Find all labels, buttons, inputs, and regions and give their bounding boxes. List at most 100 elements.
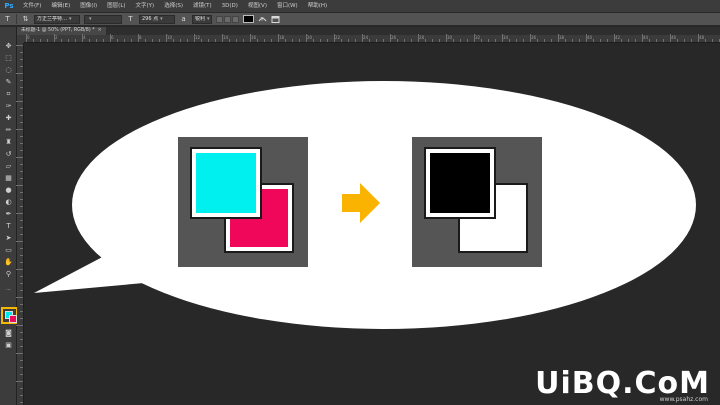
watermark-logo: UiBQ.CoM [535,366,710,401]
ruler-tick [20,192,23,193]
more-tools-icon[interactable]: ··· [3,285,14,295]
move-tool-icon[interactable]: ✥ [3,41,14,51]
ruler-tick [47,39,48,42]
ruler-tick [40,39,41,42]
ruler-tick [20,304,23,305]
ruler-tick [656,39,657,42]
quick-select-tool-icon[interactable]: ✎ [3,77,14,87]
horizontal-ruler[interactable]: 0 2 4 6 8 10 12 14 16 18 20 22 24 26 28 30 32 34 36 38 40 42 4… [24,34,720,43]
quick-mask-icon[interactable]: ◙ [3,328,14,338]
menu-select[interactable]: 选择(S) [159,0,188,12]
text-color-swatch[interactable] [243,15,254,23]
document-canvas[interactable]: UiBQ.CoM www.psahz.com [24,43,720,405]
ruler-tick [614,34,615,42]
ruler-tick [20,276,23,277]
type-tool-icon[interactable]: T [3,221,14,231]
menu-file[interactable]: 文件(F) [18,0,46,12]
ruler-tick [20,367,23,368]
ruler-tick [20,122,23,123]
menu-type[interactable]: 文字(Y) [131,0,160,12]
menu-image[interactable]: 图像(I) [75,0,102,12]
clone-stamp-tool-icon[interactable]: ♜ [3,137,14,147]
color-swatches-highlight[interactable] [1,307,18,324]
menu-view[interactable]: 视图(V) [243,0,272,12]
history-brush-tool-icon[interactable]: ↺ [3,149,14,159]
crop-tool-icon[interactable]: ⌗ [3,89,14,99]
photoshop-logo: Ps [4,2,14,10]
ruler-tick [16,213,23,214]
tools-panel: ✥ ⬚ ◌ ✎ ⌗ ✑ ✚ ✏ ♜ ↺ ▱ ▦ ● ◐ ✒ T ➤ ▭ ✋ ⚲ … [0,27,18,405]
anti-alias-select[interactable]: 锐利 [192,14,212,24]
menu-window[interactable]: 窗口(W) [272,0,303,12]
ruler-tick [544,39,545,42]
ruler-tick [243,39,244,42]
ruler-tick [20,66,23,67]
ruler-tick-label: 36 [531,35,537,40]
marquee-tool-icon[interactable]: ⬚ [3,53,14,63]
dodge-tool-icon[interactable]: ◐ [3,197,14,207]
ruler-tick [530,34,531,42]
ruler-tick [355,39,356,42]
background-color-swatch[interactable] [9,315,17,323]
hand-tool-icon[interactable]: ✋ [3,257,14,267]
ruler-tick [663,39,664,42]
ruler-tick [390,34,391,42]
font-family-select[interactable]: 方正兰亭特… [34,14,80,24]
blur-tool-icon[interactable]: ● [3,185,14,195]
ruler-tick [621,39,622,42]
menu-filter[interactable]: 滤镜(T) [188,0,217,12]
ruler-tick [418,34,419,42]
text-orientation-icon[interactable]: ⇅ [21,15,30,24]
rectangle-tool-icon[interactable]: ▭ [3,245,14,255]
ruler-tick [495,39,496,42]
ruler-tick-label: 22 [335,35,341,40]
menu-help[interactable]: 帮助(H) [303,0,332,12]
ruler-tick [20,360,23,361]
menu-3d[interactable]: 3D(D) [217,0,243,12]
align-left-button[interactable] [216,15,223,23]
document-tab[interactable]: 未标题-1 @ 50% (PPT, RGB/8) * × [17,27,106,35]
vertical-ruler[interactable] [16,43,24,405]
after-color-panel [412,137,542,267]
ruler-tick-label: 32 [475,35,481,40]
warp-text-icon[interactable]: T [258,15,267,24]
gradient-tool-icon[interactable]: ▦ [3,173,14,183]
menu-layer[interactable]: 图层(L) [102,0,130,12]
zoom-tool-icon[interactable]: ⚲ [3,269,14,279]
ruler-tick [257,39,258,42]
document-tab-title: 未标题-1 @ 50% (PPT, RGB/8) * [21,28,95,33]
pen-tool-icon[interactable]: ✒ [3,209,14,219]
brush-tool-icon[interactable]: ✏ [3,125,14,135]
ruler-tick [89,39,90,42]
type-tool-icon[interactable]: T [3,15,12,24]
lasso-tool-icon[interactable]: ◌ [3,65,14,75]
ruler-tick [20,94,23,95]
ruler-corner[interactable] [17,35,24,43]
path-selection-tool-icon[interactable]: ➤ [3,233,14,243]
ruler-tick [20,171,23,172]
ruler-tick [20,80,23,81]
ruler-tick [215,39,216,42]
ruler-tick [684,39,685,42]
ruler-tick [138,34,139,42]
ruler-tick [131,39,132,42]
healing-brush-tool-icon[interactable]: ✚ [3,113,14,123]
ruler-tick [152,39,153,42]
ruler-tick [20,220,23,221]
font-style-select[interactable] [84,14,122,24]
close-icon[interactable]: × [98,28,102,33]
ruler-tick-label: 48 [699,35,705,40]
eraser-tool-icon[interactable]: ▱ [3,161,14,171]
ruler-tick [523,39,524,42]
panels-toggle-icon[interactable] [271,15,280,24]
ruler-tick [509,39,510,42]
ruler-tick [20,136,23,137]
anti-alias-icon: a [181,15,186,23]
font-size-select[interactable]: 296 点 [139,14,175,24]
align-right-button[interactable] [232,15,239,23]
screen-mode-icon[interactable]: ▣ [3,340,14,350]
menu-edit[interactable]: 编辑(E) [46,0,75,12]
align-center-button[interactable] [224,15,231,23]
eyedropper-tool-icon[interactable]: ✑ [3,101,14,111]
ruler-tick [551,39,552,42]
